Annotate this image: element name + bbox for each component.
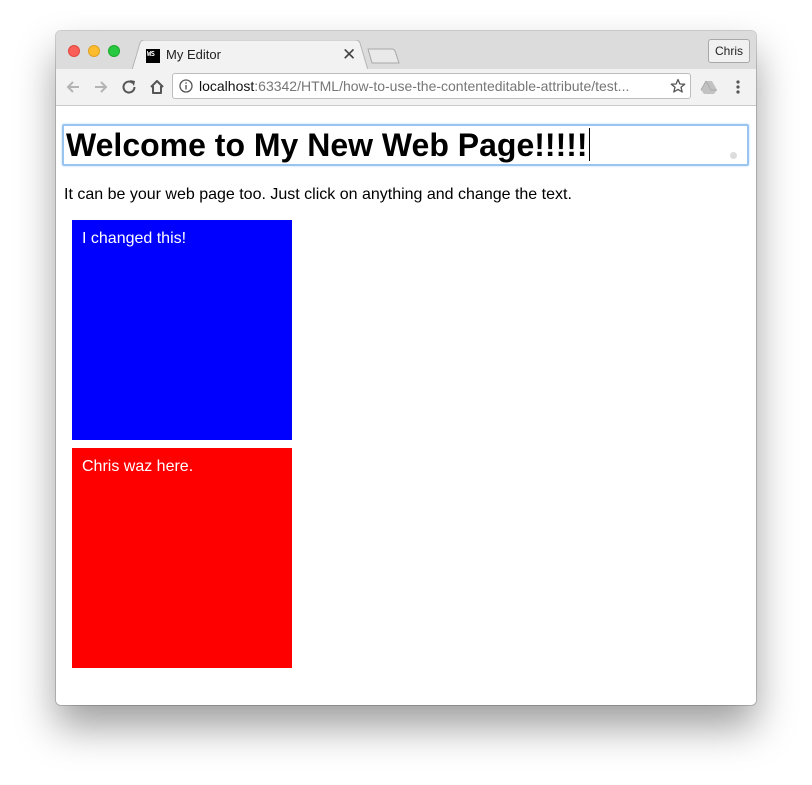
title-bar: WS My Editor ✕ Chris (56, 31, 756, 70)
webstorm-favicon-icon: WS (146, 49, 160, 63)
toolbar: localhost:63342/HTML/how-to-use-the-cont… (56, 69, 756, 106)
star-icon[interactable] (670, 78, 686, 94)
editable-red-box[interactable]: Chris waz here. (72, 448, 292, 668)
info-icon[interactable] (179, 79, 193, 93)
url-host: localhost (199, 78, 255, 94)
address-bar[interactable]: localhost:63342/HTML/how-to-use-the-cont… (172, 73, 691, 99)
grammar-dot-icon (730, 152, 737, 159)
kebab-menu-icon[interactable] (729, 78, 747, 96)
page-content: Welcome to My New Web Page!!!!! It can b… (56, 106, 756, 705)
reload-icon[interactable] (120, 78, 138, 96)
heading-text[interactable]: Welcome to My New Web Page!!!!! (66, 127, 588, 163)
url-text[interactable]: localhost:63342/HTML/how-to-use-the-cont… (199, 78, 669, 94)
minimize-window-button[interactable] (88, 45, 100, 57)
editable-blue-box[interactable]: I changed this! (72, 220, 292, 440)
new-tab-button[interactable] (366, 48, 402, 64)
browser-window: WS My Editor ✕ Chris localhost:63342/HTM… (56, 31, 756, 705)
back-arrow-icon[interactable] (64, 78, 82, 96)
forward-arrow-icon[interactable] (92, 78, 110, 96)
drive-icon[interactable] (700, 78, 718, 96)
text-caret (588, 128, 590, 161)
profile-button[interactable]: Chris (707, 39, 750, 63)
close-icon[interactable]: ✕ (342, 45, 356, 65)
home-icon[interactable] (148, 78, 166, 96)
tab-my-editor[interactable]: WS My Editor ✕ (132, 40, 368, 70)
editable-paragraph[interactable]: It can be your web page too. Just click … (64, 186, 572, 204)
url-path: :63342/HTML/how-to-use-the-contenteditab… (254, 78, 630, 94)
tab-title: My Editor (166, 47, 221, 62)
editable-heading[interactable]: Welcome to My New Web Page!!!!! (62, 124, 749, 166)
close-window-button[interactable] (68, 45, 80, 57)
zoom-window-button[interactable] (108, 45, 120, 57)
